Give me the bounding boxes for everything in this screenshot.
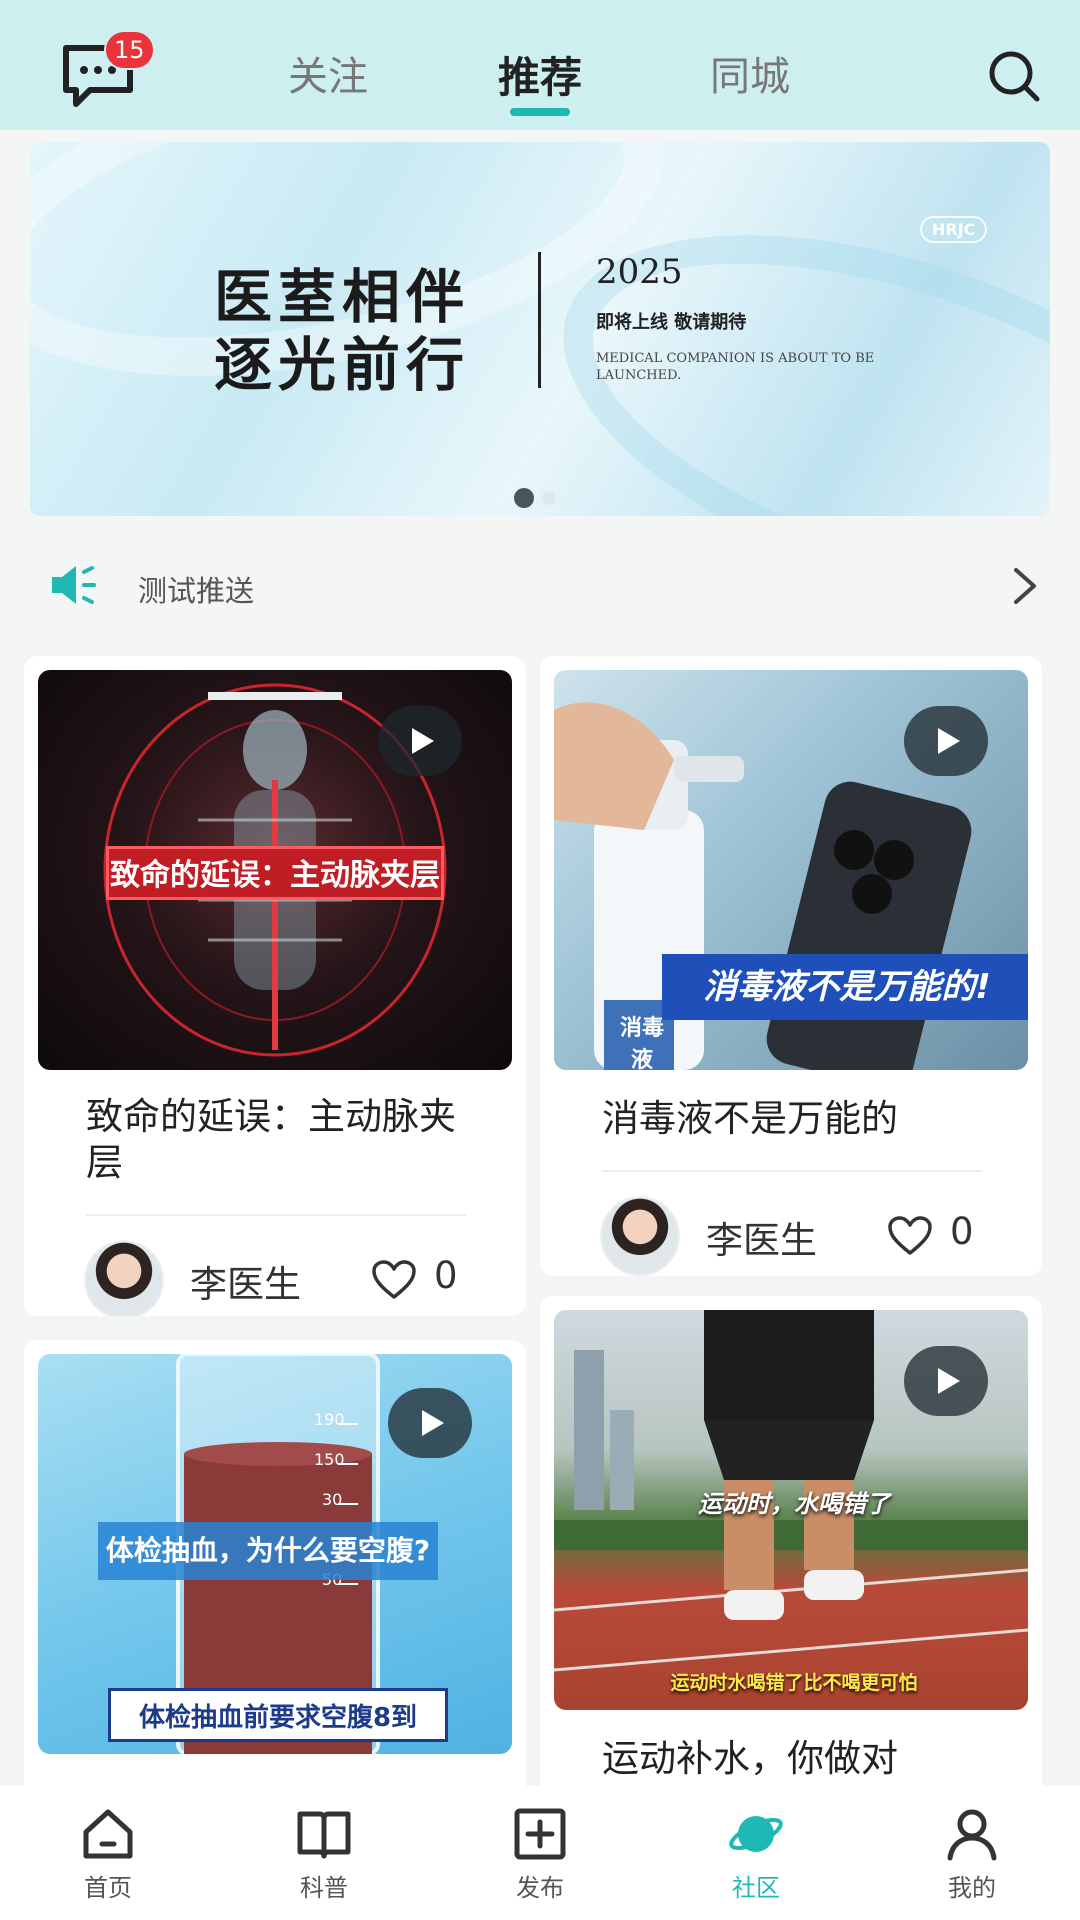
feed-card[interactable]: 运动时，水喝错了 运动时水喝错了比不喝更可怕 运动补水，你做对 [540, 1296, 1042, 1800]
card-title: 消毒液不是万能的 [602, 1097, 898, 1140]
banner-divider [538, 252, 541, 388]
search-icon [989, 51, 1040, 102]
nav-label: 首页 [84, 1874, 132, 1902]
home-icon [83, 1809, 133, 1859]
like-count: 0 [434, 1254, 458, 1297]
tab-label: 推荐 [497, 53, 582, 102]
thumbnail-caption: 消毒液不是万能的! [662, 954, 1028, 1020]
nav-label: 发布 [516, 1874, 564, 1902]
card-title: 运动补水，你做对 [602, 1737, 898, 1780]
banner-title-line2: 逐光前行 [214, 331, 471, 399]
user-icon [947, 1809, 997, 1861]
carousel-dot[interactable] [542, 491, 556, 505]
nav-publish[interactable]: 发布 [480, 1806, 600, 1903]
banner-year: 2025 [596, 252, 683, 292]
feed-card[interactable]: 190 150 30 50 体检抽血，为什么要空腹? 体检抽血前要求空腹8到 [24, 1340, 526, 1800]
author-name[interactable]: 李医生 [190, 1254, 301, 1308]
banner-logo: HRJC [920, 216, 988, 243]
feed-card[interactable]: 消毒液 消毒液不是万能的! 消毒液不是万能的 李医生 0 [540, 656, 1042, 1276]
notice-text: 测试推送 [138, 574, 255, 608]
carousel-dot-active[interactable] [514, 488, 534, 508]
tab-label: 同城 [710, 54, 790, 100]
author-name[interactable]: 李医生 [706, 1210, 817, 1264]
thumbnail-caption: 体检抽血，为什么要空腹? [98, 1522, 438, 1580]
avatar[interactable] [600, 1196, 680, 1276]
avatar[interactable] [84, 1240, 164, 1316]
bottom-navigation: 首页 科普 发布 社区 我的 [0, 1786, 1080, 1920]
tube-mark: 190 [314, 1410, 345, 1429]
card-divider [602, 1170, 982, 1172]
tube-mark: 30 [322, 1490, 343, 1509]
nav-label: 科普 [300, 1874, 348, 1902]
banner-english: MEDICAL COMPANION IS ABOUT TO BE LAUNCHE… [596, 351, 875, 383]
play-icon [388, 1388, 472, 1458]
nav-science[interactable]: 科普 [264, 1806, 384, 1903]
video-thumbnail[interactable]: 190 150 30 50 体检抽血，为什么要空腹? 体检抽血前要求空腹8到 [38, 1354, 512, 1754]
nav-home[interactable]: 首页 [48, 1806, 168, 1903]
tab-recommend[interactable]: 推荐 [470, 44, 610, 116]
nav-label: 社区 [732, 1874, 780, 1902]
tab-label: 关注 [288, 54, 368, 100]
feed-card[interactable]: 致命的延误：主动脉夹层 致命的延误：主动脉夹层 李医生 0 [24, 656, 526, 1316]
thumbnail-caption-secondary: 体检抽血前要求空腹8到 [108, 1688, 448, 1742]
promo-banner[interactable]: HRJC 医荎相伴 逐光前行 2025 即将上线 敬请期待 MEDICAL CO… [30, 142, 1050, 516]
card-divider [86, 1214, 466, 1216]
add-square-icon [514, 1808, 566, 1860]
search-button[interactable] [986, 48, 1042, 104]
planet-icon [729, 1816, 783, 1852]
play-icon [904, 1346, 988, 1416]
video-thumbnail[interactable]: 消毒液 消毒液不是万能的! [554, 670, 1028, 1070]
card-title: 致命的延误：主动脉夹层 [86, 1095, 456, 1184]
heart-icon[interactable] [888, 1216, 932, 1256]
tab-follow[interactable]: 关注 [258, 44, 398, 102]
thumbnail-caption-secondary: 运动时水喝错了比不喝更可怕 [670, 1672, 918, 1694]
notice-bar[interactable]: 测试推送 [0, 546, 1080, 626]
nav-community[interactable]: 社区 [696, 1806, 816, 1903]
chevron-right-icon [1014, 568, 1036, 604]
nav-profile[interactable]: 我的 [912, 1806, 1032, 1903]
top-bar: 15 关注 推荐 同城 [0, 0, 1080, 130]
speaker-icon [52, 566, 96, 604]
play-icon [378, 706, 462, 776]
book-icon [297, 1811, 351, 1859]
tube-mark: 150 [314, 1450, 345, 1469]
heart-icon[interactable] [372, 1260, 416, 1300]
thumbnail-caption: 运动时，水喝错了 [698, 1490, 890, 1518]
thumbnail-caption: 致命的延误：主动脉夹层 [106, 846, 444, 900]
feed-tabs: 关注 推荐 同城 [0, 44, 1080, 124]
nav-label: 我的 [948, 1874, 996, 1902]
active-tab-indicator [510, 108, 570, 116]
video-thumbnail[interactable]: 致命的延误：主动脉夹层 [38, 670, 512, 1070]
like-count: 0 [950, 1210, 974, 1253]
banner-subtitle: 即将上线 敬请期待 [596, 312, 747, 333]
tab-local[interactable]: 同城 [680, 44, 820, 102]
play-icon [904, 706, 988, 776]
video-thumbnail[interactable]: 运动时，水喝错了 运动时水喝错了比不喝更可怕 [554, 1310, 1028, 1710]
